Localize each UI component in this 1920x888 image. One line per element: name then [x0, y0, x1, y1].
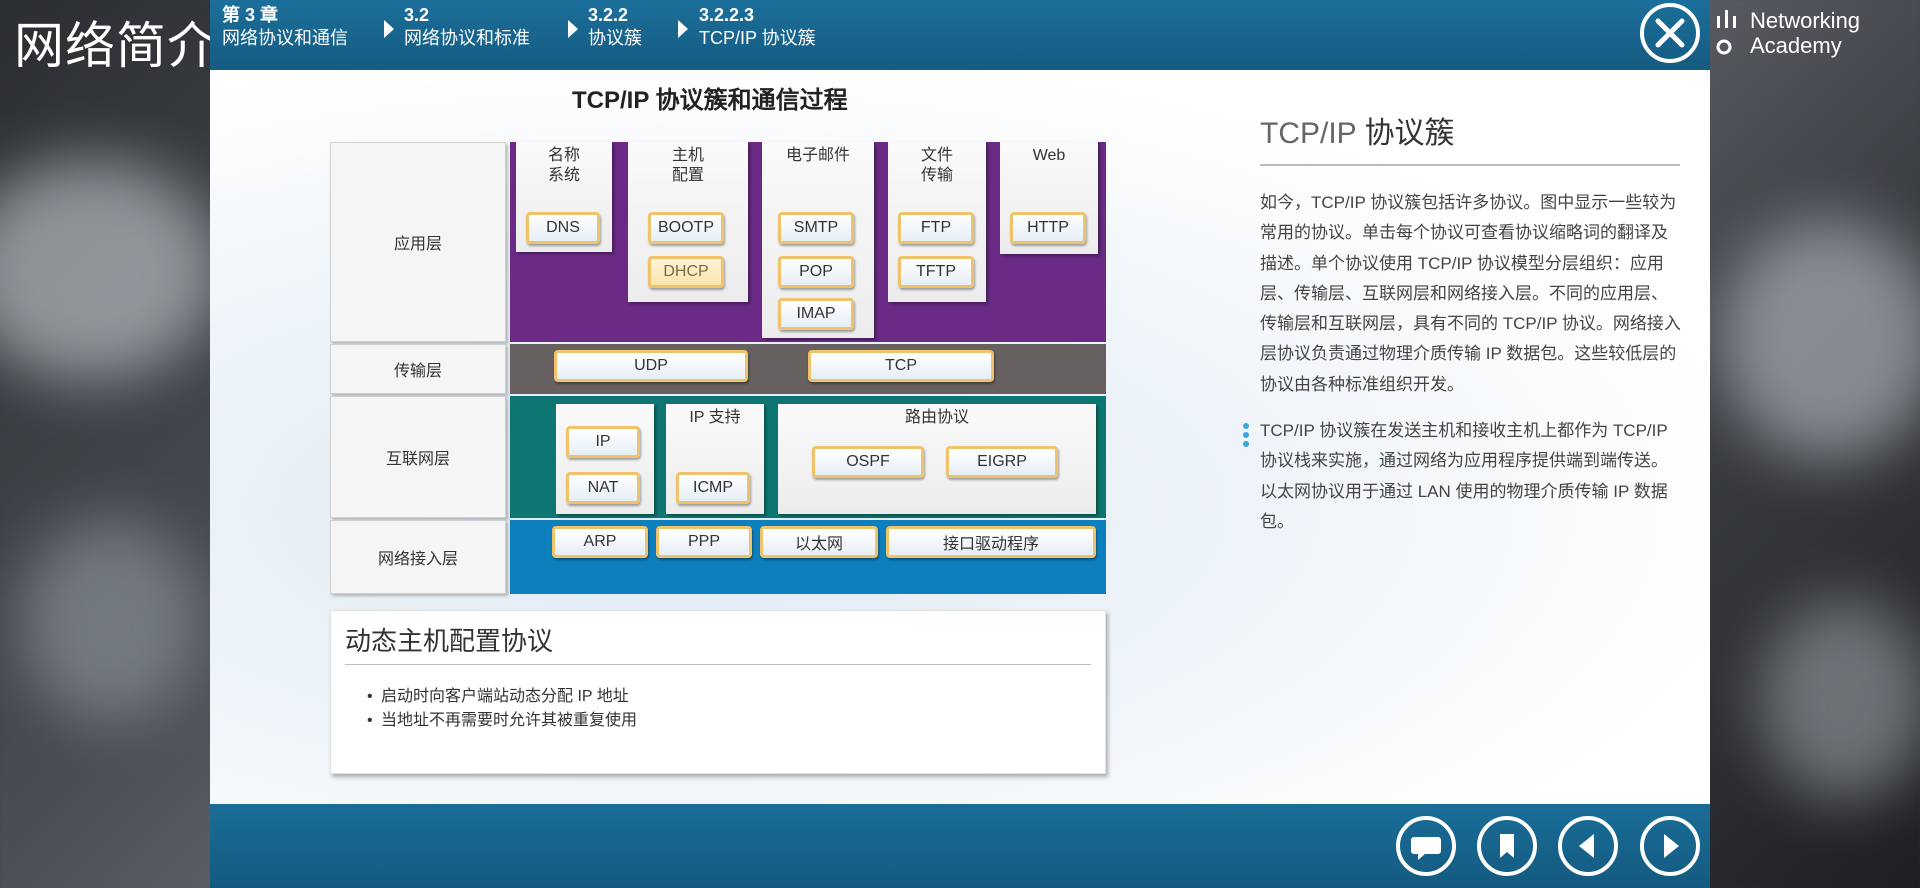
transport-layer-band: UDP TCP: [510, 344, 1106, 394]
side-title-prefix: TCP/IP: [1260, 117, 1357, 150]
divider: [345, 664, 1091, 665]
protocol-eigrp[interactable]: EIGRP: [946, 446, 1058, 478]
course-title: 网络简介: [14, 17, 218, 75]
group-label: 电子邮件: [785, 147, 850, 164]
close-icon: [1655, 18, 1685, 48]
group-label: 路由协议: [904, 409, 969, 426]
breadcrumb-chapter[interactable]: 第 3 章 网络协议和通信: [222, 4, 348, 50]
protocol-imap[interactable]: IMAP: [778, 298, 854, 330]
list-item: 启动时向客户端站动态分配 IP 地址: [367, 685, 637, 709]
side-title: TCP/IP 协议簇: [1260, 108, 1454, 152]
protocol-nat[interactable]: NAT: [566, 472, 640, 504]
group-routing: 路由协议 OSPF EIGRP: [778, 404, 1096, 514]
layer-label-transport: 传输层: [330, 344, 506, 394]
protocol-ftp[interactable]: FTP: [898, 212, 974, 244]
breadcrumb-number: 第 3 章: [222, 5, 279, 25]
content-area: TCP/IP 协议簇和通信过程 应用层 传输层 互联网层 网络接入层 名称 系统…: [210, 70, 1710, 804]
breadcrumb-arrow-icon: [678, 20, 688, 38]
protocol-pop[interactable]: POP: [778, 256, 854, 288]
protocol-description-list: 启动时向客户端站动态分配 IP 地址 当地址不再需要时允许其被重复使用: [367, 685, 637, 733]
side-paragraph-1: 如今，TCP/IP 协议簇包括许多协议。图中显示一些较为常用的协议。单击每个协议…: [1260, 193, 1681, 394]
group-label: 文件 传输: [920, 147, 953, 184]
breadcrumb-section[interactable]: 3.2 网络协议和标准: [404, 4, 530, 50]
protocol-ip[interactable]: IP: [566, 426, 640, 458]
diagram-title: TCP/IP 协议簇和通信过程: [572, 87, 848, 114]
course-frame: 第 3 章 网络协议和通信 3.2 网络协议和标准 3.2.2 协议簇 3.2.…: [210, 0, 1710, 888]
protocol-dhcp[interactable]: DHCP: [648, 256, 724, 288]
next-button[interactable]: [1640, 816, 1700, 876]
group-name-system: 名称 系统 DNS: [516, 142, 612, 252]
protocol-description-title: 动态主机配置协议: [345, 626, 554, 656]
protocol-smtp[interactable]: SMTP: [778, 212, 854, 244]
group-ip: IP NAT: [556, 404, 654, 514]
group-ip-support: IP 支持 ICMP: [666, 404, 764, 514]
breadcrumb-page[interactable]: 3.2.2.3 TCP/IP 协议簇: [699, 4, 816, 50]
more-dots-icon[interactable]: [1243, 423, 1251, 450]
layer-label-network-access: 网络接入层: [330, 520, 506, 594]
next-icon: [1664, 834, 1679, 858]
bottom-bar: [210, 804, 1710, 888]
bookmark-icon: [1500, 834, 1514, 858]
close-button[interactable]: [1640, 3, 1700, 63]
group-label: IP 支持: [689, 409, 741, 426]
protocol-ethernet[interactable]: 以太网: [760, 526, 878, 558]
protocol-dns[interactable]: DNS: [526, 212, 600, 244]
breadcrumb-arrow-icon: [568, 20, 578, 38]
breadcrumb-number: 3.2.2.3: [699, 5, 755, 25]
group-web: Web HTTP: [1000, 142, 1098, 254]
group-label: 主机 配置: [671, 147, 704, 184]
protocol-interface-driver[interactable]: 接口驱动程序: [886, 526, 1096, 558]
breadcrumb-label: 协议簇: [588, 28, 642, 48]
group-host-config: 主机 配置 BOOTP DHCP: [628, 142, 748, 302]
comment-button[interactable]: [1396, 816, 1456, 876]
bookmark-button[interactable]: [1477, 816, 1537, 876]
background-cloud: [0, 160, 220, 380]
protocol-bootp[interactable]: BOOTP: [648, 212, 724, 244]
application-layer-band: 名称 系统 DNS 主机 配置 BOOTP DHCP 电子邮件 SMTP POP…: [510, 142, 1106, 342]
breadcrumb-topic[interactable]: 3.2.2 协议簇: [588, 4, 642, 50]
comment-icon: [1411, 837, 1441, 860]
protocol-icmp[interactable]: ICMP: [676, 472, 750, 504]
protocol-description-box: 动态主机配置协议 启动时向客户端站动态分配 IP 地址 当地址不再需要时允许其被…: [330, 610, 1106, 774]
breadcrumb-label: 网络协议和标准: [404, 28, 530, 48]
protocol-tftp[interactable]: TFTP: [898, 256, 974, 288]
cisco-logo-icon: [1716, 10, 1736, 55]
side-paragraph-2: TCP/IP 协议簇在发送主机和接收主机上都作为 TCP/IP 协议栈来实施，通…: [1260, 421, 1668, 531]
breadcrumb-arrow-icon: [384, 20, 394, 38]
protocol-arp[interactable]: ARP: [552, 526, 648, 558]
background-cloud: [1720, 220, 1920, 460]
background-cloud: [20, 520, 200, 720]
protocol-ospf[interactable]: OSPF: [812, 446, 924, 478]
breadcrumb-label: 网络协议和通信: [222, 28, 348, 48]
protocol-tcp[interactable]: TCP: [808, 350, 994, 382]
logo-line2: Academy: [1750, 33, 1842, 58]
logo-line1: Networking: [1750, 8, 1861, 33]
prev-icon: [1579, 834, 1594, 858]
side-title-suffix: 协议簇: [1364, 117, 1455, 150]
group-label: Web: [1032, 147, 1066, 164]
breadcrumb-number: 3.2.2: [588, 5, 629, 25]
layer-label-internet: 互联网层: [330, 396, 506, 518]
divider: [1260, 164, 1680, 166]
network-access-layer-band: ARP PPP 以太网 接口驱动程序: [510, 520, 1106, 594]
breadcrumb-number: 3.2: [404, 5, 430, 25]
layer-label-application: 应用层: [330, 142, 506, 342]
group-email: 电子邮件 SMTP POP IMAP: [762, 142, 874, 338]
breadcrumb-label: TCP/IP 协议簇: [699, 28, 816, 48]
top-bar: 第 3 章 网络协议和通信 3.2 网络协议和标准 3.2.2 协议簇 3.2.…: [210, 0, 1710, 70]
list-item: 当地址不再需要时允许其被重复使用: [367, 709, 637, 733]
previous-button[interactable]: [1558, 816, 1618, 876]
internet-layer-band: IP NAT IP 支持 ICMP 路由协议 OSPF EIGRP: [510, 396, 1106, 518]
background-cloud: [1760, 600, 1920, 800]
group-label: 名称 系统: [547, 147, 580, 184]
protocol-http[interactable]: HTTP: [1010, 212, 1086, 244]
protocol-ppp[interactable]: PPP: [656, 526, 752, 558]
protocol-udp[interactable]: UDP: [554, 350, 748, 382]
group-file-transfer: 文件 传输 FTP TFTP: [888, 142, 986, 302]
